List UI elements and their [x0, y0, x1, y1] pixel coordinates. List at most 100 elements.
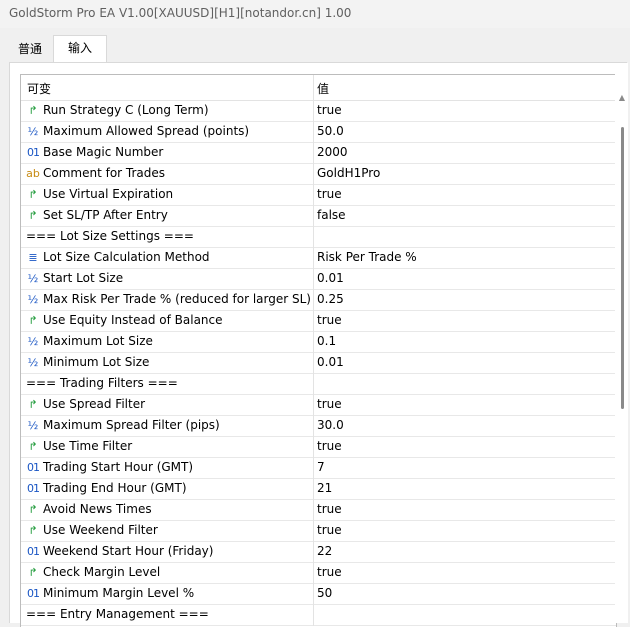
cell-divider [313, 395, 314, 416]
parameter-name: Maximum Spread Filter (pips) [43, 418, 220, 432]
parameter-row[interactable]: 01 Base Magic Number 2000 [21, 143, 616, 164]
parameter-name: Minimum Lot Size [43, 355, 150, 369]
fraction-icon: ½ [27, 272, 39, 285]
parameter-value[interactable]: true [317, 439, 342, 453]
inputs-panel: 可变 值 ↱ Run Strategy C (Long Term) true ½ Max… [9, 62, 628, 627]
parameter-name: Run Strategy C (Long Term) [43, 103, 209, 117]
parameter-row[interactable]: ↱ Use Virtual Expiration true [21, 185, 616, 206]
cell-divider [313, 563, 314, 584]
parameter-value[interactable]: true [317, 103, 342, 117]
parameter-row[interactable]: ½ Start Lot Size 0.01 [21, 269, 616, 290]
column-header-variable[interactable]: 可变 [27, 80, 51, 97]
parameter-name: Use Equity Instead of Balance [43, 313, 223, 327]
fraction-icon: ½ [27, 293, 39, 306]
parameter-row[interactable]: ↱ Use Time Filter true [21, 437, 616, 458]
section-label: === Trading Filters === [26, 376, 178, 390]
window-title: GoldStorm Pro EA V1.00[XAUUSD][H1][notan… [9, 6, 352, 20]
parameter-value[interactable]: true [317, 313, 342, 327]
parameter-name: Use Spread Filter [43, 397, 146, 411]
parameter-name: Use Time Filter [43, 439, 133, 453]
cell-divider [313, 542, 314, 563]
parameter-row[interactable]: ≣ Lot Size Calculation Method Risk Per Tra… [21, 248, 616, 269]
parameter-row[interactable]: ↱ Use Weekend Filter true [21, 521, 616, 542]
parameter-row[interactable]: ↱ Use Spread Filter true [21, 395, 616, 416]
parameter-value[interactable]: true [317, 187, 342, 201]
parameter-row[interactable]: ↱ Check Margin Level true [21, 563, 616, 584]
bool-icon: ↱ [28, 188, 38, 201]
cell-divider [313, 353, 314, 374]
fraction-icon: ½ [27, 125, 39, 138]
cell-divider [313, 479, 314, 500]
parameter-row[interactable]: 01 Trading Start Hour (GMT) 7 [21, 458, 616, 479]
scroll-up-arrow-icon[interactable]: ▲ [617, 93, 627, 103]
parameter-value[interactable]: 30.0 [317, 418, 344, 432]
bool-icon: ↱ [28, 440, 38, 453]
parameter-row[interactable]: ½ Max Risk Per Trade % (reduced for large… [21, 290, 616, 311]
parameter-value[interactable]: 7 [317, 460, 325, 474]
column-divider[interactable] [313, 75, 314, 100]
bool-icon: ↱ [28, 398, 38, 411]
parameter-row[interactable]: ½ Maximum Lot Size 0.1 [21, 332, 616, 353]
parameter-row[interactable]: 01 Trading End Hour (GMT) 21 [21, 479, 616, 500]
integer-icon: 01 [27, 146, 40, 159]
parameter-row[interactable]: ½ Maximum Allowed Spread (points) 50.0 [21, 122, 616, 143]
parameter-row[interactable]: ↱ Set SL/TP After Entry false [21, 206, 616, 227]
parameter-name: Max Risk Per Trade % (reduced for larger… [43, 292, 311, 306]
cell-divider [313, 290, 314, 311]
parameter-value[interactable]: 0.25 [317, 292, 344, 306]
cell-divider [313, 206, 314, 227]
tab-inputs[interactable]: 输入 [53, 35, 107, 62]
scrollbar-thumb[interactable] [621, 127, 624, 409]
integer-icon: 01 [27, 587, 40, 600]
integer-icon: 01 [27, 482, 40, 495]
integer-icon: 01 [27, 545, 40, 558]
parameter-name: Maximum Lot Size [43, 334, 153, 348]
parameter-row[interactable]: 01 Weekend Start Hour (Friday) 22 [21, 542, 616, 563]
parameter-value[interactable]: 50.0 [317, 124, 344, 138]
parameter-name: Check Margin Level [43, 565, 161, 579]
section-row[interactable]: === Lot Size Settings === [21, 227, 616, 248]
bool-icon: ↱ [28, 566, 38, 579]
parameter-value[interactable]: true [317, 523, 342, 537]
parameter-row[interactable]: ½ Maximum Spread Filter (pips) 30.0 [21, 416, 616, 437]
cell-divider [313, 143, 314, 164]
column-header-value[interactable]: 值 [317, 80, 329, 97]
cell-divider [313, 185, 314, 206]
parameter-value[interactable]: 0.01 [317, 355, 344, 369]
grid-rows: ↱ Run Strategy C (Long Term) true ½ Maximum … [21, 101, 616, 626]
cell-divider [313, 227, 314, 248]
cell-divider [313, 374, 314, 395]
parameter-value[interactable]: 0.1 [317, 334, 336, 348]
parameter-value[interactable]: 2000 [317, 145, 348, 159]
tab-general[interactable]: 普通 [7, 37, 53, 62]
cell-divider [313, 164, 314, 185]
parameter-value[interactable]: true [317, 565, 342, 579]
parameter-row[interactable]: 01 Minimum Margin Level % 50 [21, 584, 616, 605]
parameter-row[interactable]: ½ Minimum Lot Size 0.01 [21, 353, 616, 374]
fraction-icon: ½ [27, 419, 39, 432]
parameter-row[interactable]: ↱ Use Equity Instead of Balance true [21, 311, 616, 332]
parameter-name: Use Virtual Expiration [43, 187, 174, 201]
cell-divider [313, 248, 314, 269]
parameter-value[interactable]: true [317, 397, 342, 411]
parameter-value[interactable]: true [317, 502, 342, 516]
cell-divider [313, 332, 314, 353]
parameter-value[interactable]: 0.01 [317, 271, 344, 285]
parameter-value[interactable]: 22 [317, 544, 332, 558]
vertical-scrollbar[interactable]: ▲ [615, 63, 628, 623]
parameter-value[interactable]: GoldH1Pro [317, 166, 380, 180]
parameter-name: Base Magic Number [43, 145, 164, 159]
cell-divider [313, 311, 314, 332]
grid-header: 可变 值 [21, 75, 616, 101]
cell-divider [313, 269, 314, 290]
parameter-value[interactable]: Risk Per Trade % [317, 250, 417, 264]
parameter-value[interactable]: false [317, 208, 346, 222]
section-row[interactable]: === Trading Filters === [21, 374, 616, 395]
parameter-row[interactable]: ↱ Avoid News Times true [21, 500, 616, 521]
parameter-row[interactable]: ↱ Run Strategy C (Long Term) true [21, 101, 616, 122]
parameter-value[interactable]: 50 [317, 586, 332, 600]
fraction-icon: ½ [27, 335, 39, 348]
parameter-value[interactable]: 21 [317, 481, 332, 495]
bool-icon: ↱ [28, 104, 38, 117]
parameter-row[interactable]: ab Comment for Trades GoldH1Pro [21, 164, 616, 185]
